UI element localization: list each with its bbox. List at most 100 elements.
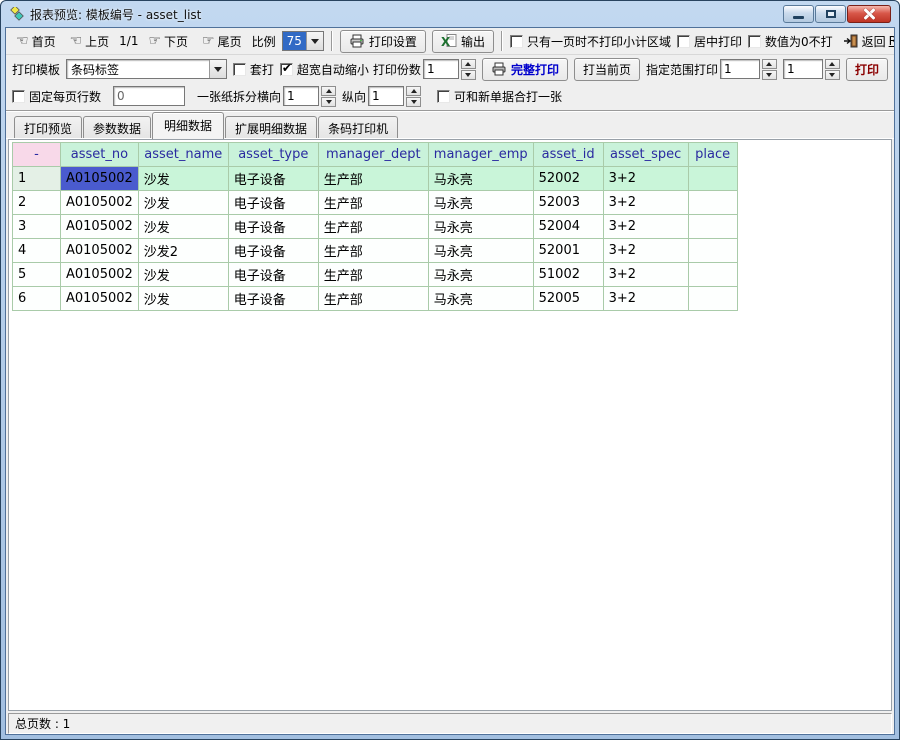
next-page-button[interactable]: ☞ 下页 <box>144 31 192 52</box>
table-cell[interactable]: 沙发2 <box>138 239 228 263</box>
checkbox-box[interactable] <box>437 90 450 103</box>
table-cell[interactable]: 沙发 <box>138 167 228 191</box>
print-settings-button[interactable]: 打印设置 <box>340 30 426 53</box>
chevron-down-icon[interactable] <box>306 32 323 50</box>
table-cell[interactable]: 52002 <box>533 167 603 191</box>
table-cell[interactable]: 马永亮 <box>428 287 533 311</box>
table-cell[interactable] <box>688 287 737 311</box>
table-cell[interactable]: A0105002 <box>61 239 139 263</box>
split-vertical-input[interactable] <box>368 86 404 106</box>
output-button[interactable]: X 输出 <box>432 30 494 53</box>
row-number-cell[interactable]: 6 <box>13 287 61 311</box>
column-header-asset_no[interactable]: asset_no <box>61 143 139 167</box>
fixed-rows-input[interactable] <box>113 86 185 106</box>
close-button[interactable] <box>847 5 891 23</box>
template-combobox[interactable]: 条码标签 <box>66 59 227 79</box>
checkbox-box[interactable] <box>233 63 246 76</box>
table-cell[interactable]: A0105002 <box>61 191 139 215</box>
table-cell[interactable]: A0105002 <box>61 167 139 191</box>
checkbox-no-subtotal[interactable]: 只有一页时不打印小计区域 <box>510 33 671 50</box>
table-cell[interactable]: 电子设备 <box>228 215 318 239</box>
checkbox-overlay-print[interactable]: 套打 <box>233 61 274 78</box>
column-header-manager_emp[interactable]: manager_emp <box>428 143 533 167</box>
tab-3[interactable]: 扩展明细数据 <box>225 116 317 140</box>
column-header-manager_dept[interactable]: manager_dept <box>318 143 428 167</box>
scale-combobox[interactable]: 75 <box>282 31 324 51</box>
table-cell[interactable]: 生产部 <box>318 215 428 239</box>
maximize-button[interactable] <box>815 5 846 23</box>
prev-page-button[interactable]: ☜ 上页 <box>66 31 114 52</box>
row-number-cell[interactable]: 5 <box>13 263 61 287</box>
table-cell[interactable]: 52004 <box>533 215 603 239</box>
table-cell[interactable]: 52005 <box>533 287 603 311</box>
row-number-cell[interactable]: 2 <box>13 191 61 215</box>
row-number-cell[interactable]: 4 <box>13 239 61 263</box>
table-cell[interactable]: 电子设备 <box>228 191 318 215</box>
split-horizontal-input[interactable] <box>283 86 319 106</box>
table-cell[interactable]: 马永亮 <box>428 239 533 263</box>
tab-2[interactable]: 明细数据 <box>152 112 224 139</box>
tab-1[interactable]: 参数数据 <box>83 116 151 140</box>
spin-up-button[interactable] <box>461 59 476 69</box>
row-number-cell[interactable]: 1 <box>13 167 61 191</box>
table-cell[interactable]: 3+2 <box>603 191 688 215</box>
table-cell[interactable]: 3+2 <box>603 215 688 239</box>
table-cell[interactable]: A0105002 <box>61 215 139 239</box>
spin-down-button[interactable] <box>461 70 476 80</box>
first-page-button[interactable]: ☜ 首页 <box>12 31 60 52</box>
table-cell[interactable] <box>688 263 737 287</box>
table-cell[interactable]: 52003 <box>533 191 603 215</box>
table-cell[interactable]: A0105002 <box>61 287 139 311</box>
column-header-place[interactable]: place <box>688 143 737 167</box>
range-from-input[interactable] <box>720 59 760 79</box>
table-cell[interactable]: 生产部 <box>318 263 428 287</box>
table-cell[interactable]: 马永亮 <box>428 215 533 239</box>
spin-up-button[interactable] <box>321 86 336 96</box>
checkbox-zero-no-print[interactable]: 数值为0不打 <box>748 33 833 50</box>
column-header-asset_spec[interactable]: asset_spec <box>603 143 688 167</box>
chevron-down-icon[interactable] <box>209 60 226 78</box>
spin-up-button[interactable] <box>825 59 840 69</box>
spin-down-button[interactable] <box>321 97 336 107</box>
full-print-button[interactable]: 完整打印 <box>482 58 568 81</box>
table-cell[interactable]: 3+2 <box>603 167 688 191</box>
checkbox-box[interactable] <box>12 90 25 103</box>
tab-0[interactable]: 打印预览 <box>14 116 82 140</box>
table-cell[interactable]: 马永亮 <box>428 167 533 191</box>
spin-down-button[interactable] <box>825 70 840 80</box>
tab-4[interactable]: 条码打印机 <box>318 116 398 140</box>
table-cell[interactable]: 沙发 <box>138 191 228 215</box>
checkbox-box[interactable] <box>510 35 523 48</box>
table-cell[interactable]: 51002 <box>533 263 603 287</box>
row-number-cell[interactable]: 3 <box>13 215 61 239</box>
column-header-asset_type[interactable]: asset_type <box>228 143 318 167</box>
checkbox-combine-print[interactable]: 可和新单据合打一张 <box>437 88 562 105</box>
column-header-asset_name[interactable]: asset_name <box>138 143 228 167</box>
table-cell[interactable] <box>688 167 737 191</box>
table-cell[interactable]: 马永亮 <box>428 263 533 287</box>
checkbox-box[interactable] <box>677 35 690 48</box>
table-cell[interactable] <box>688 191 737 215</box>
table-cell[interactable]: 生产部 <box>318 287 428 311</box>
table-cell[interactable]: 马永亮 <box>428 191 533 215</box>
table-cell[interactable]: 生产部 <box>318 191 428 215</box>
table-cell[interactable]: 52001 <box>533 239 603 263</box>
table-cell[interactable]: 3+2 <box>603 263 688 287</box>
table-cell[interactable]: 电子设备 <box>228 263 318 287</box>
table-cell[interactable] <box>688 239 737 263</box>
table-cell[interactable]: 电子设备 <box>228 287 318 311</box>
column-header-indicator[interactable]: - <box>13 143 61 167</box>
column-header-asset_id[interactable]: asset_id <box>533 143 603 167</box>
table-cell[interactable]: 沙发 <box>138 287 228 311</box>
spin-up-button[interactable] <box>762 59 777 69</box>
spin-up-button[interactable] <box>406 86 421 96</box>
checkbox-box[interactable] <box>748 35 761 48</box>
checkbox-center-print[interactable]: 居中打印 <box>677 33 742 50</box>
print-button[interactable]: 打印 <box>846 58 888 81</box>
table-cell[interactable]: 3+2 <box>603 239 688 263</box>
table-cell[interactable]: 电子设备 <box>228 167 318 191</box>
range-to-input[interactable] <box>783 59 823 79</box>
return-button[interactable]: 返回R <box>839 31 895 52</box>
table-cell[interactable]: A0105002 <box>61 263 139 287</box>
print-current-page-button[interactable]: 打当前页 <box>574 58 640 81</box>
